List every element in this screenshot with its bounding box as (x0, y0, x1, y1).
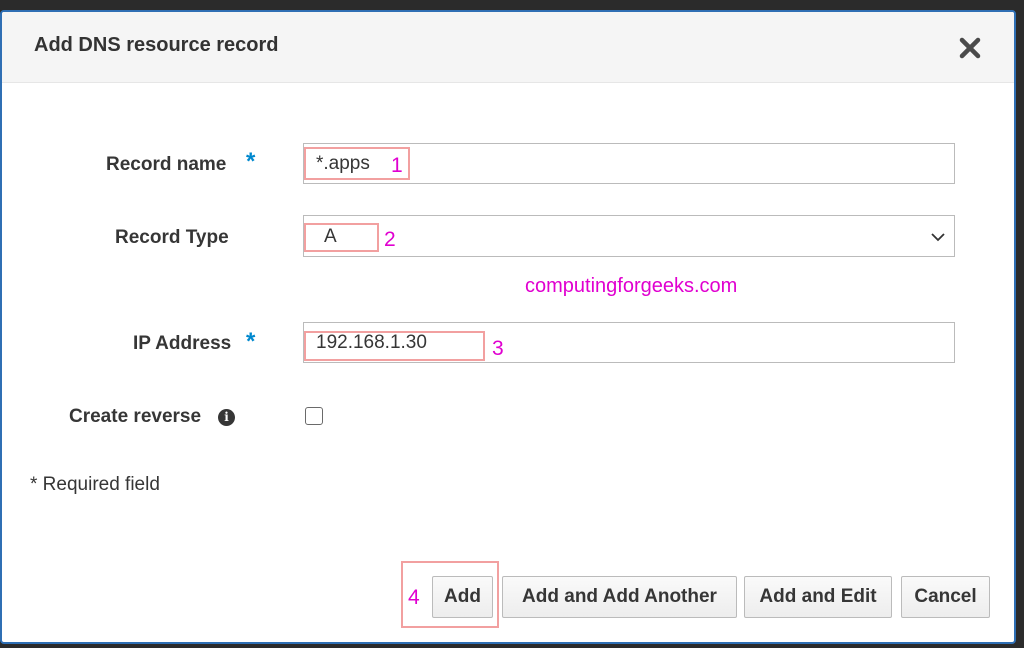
ip-address-label: IP Address (133, 333, 232, 354)
cancel-button[interactable]: Cancel (901, 576, 990, 618)
info-icon[interactable]: i (218, 409, 235, 426)
record-type-select-box[interactable]: A (303, 215, 955, 257)
add-and-add-another-button[interactable]: Add and Add Another (502, 576, 737, 618)
add-button[interactable]: Add (432, 576, 493, 618)
add-and-edit-button[interactable]: Add and Edit (744, 576, 892, 618)
annotation-number-2: 2 (384, 228, 396, 251)
record-type-selected-value: A (324, 226, 337, 247)
dialog-title: Add DNS resource record (34, 34, 279, 56)
annotation-number-1: 1 (391, 154, 403, 177)
close-icon[interactable] (958, 36, 982, 60)
record-name-required-mark: * (246, 148, 256, 175)
ip-address-input[interactable] (303, 322, 955, 363)
annotation-number-4: 4 (408, 586, 420, 609)
required-field-note: * Required field (30, 474, 160, 495)
annotation-number-3: 3 (492, 337, 504, 360)
record-name-label: Record name (106, 154, 227, 175)
create-reverse-label: Create reverse (69, 406, 202, 427)
add-dns-record-dialog: Add DNS resource record Record name * 1 … (0, 10, 1016, 644)
record-type-label: Record Type (115, 227, 229, 248)
record-type-select[interactable]: A (303, 215, 955, 257)
ip-address-required-mark: * (246, 328, 256, 355)
create-reverse-checkbox[interactable] (305, 407, 323, 425)
dialog-header: Add DNS resource record (2, 12, 1014, 83)
watermark-text: computingforgeeks.com (525, 275, 738, 297)
chevron-down-icon (930, 230, 946, 242)
